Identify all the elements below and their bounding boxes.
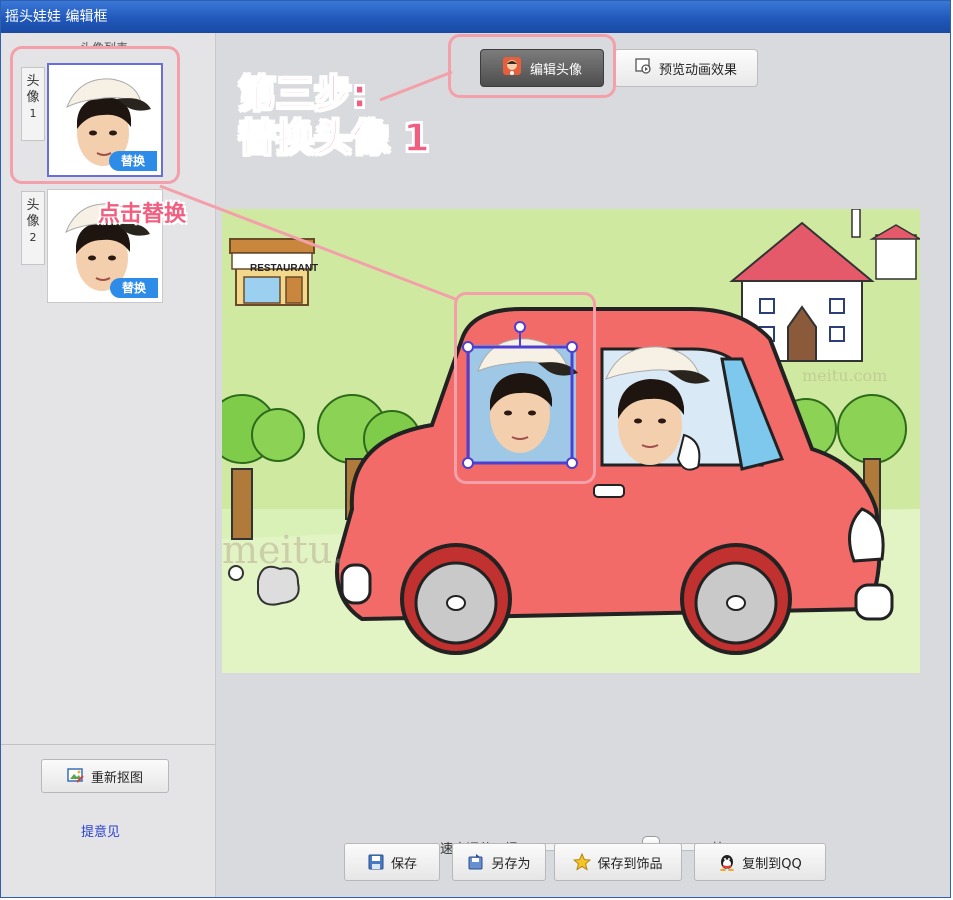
annotation-connector-lines — [159, 70, 459, 302]
annotation-step-line-1: 第三步: — [237, 71, 368, 117]
annotation-step-line-2: 替换头像 1 — [237, 115, 430, 161]
annotation-click-hint: 点击替换 — [98, 202, 187, 227]
annotation-step-title: 第三步: 替换头像 1 — [237, 71, 430, 161]
